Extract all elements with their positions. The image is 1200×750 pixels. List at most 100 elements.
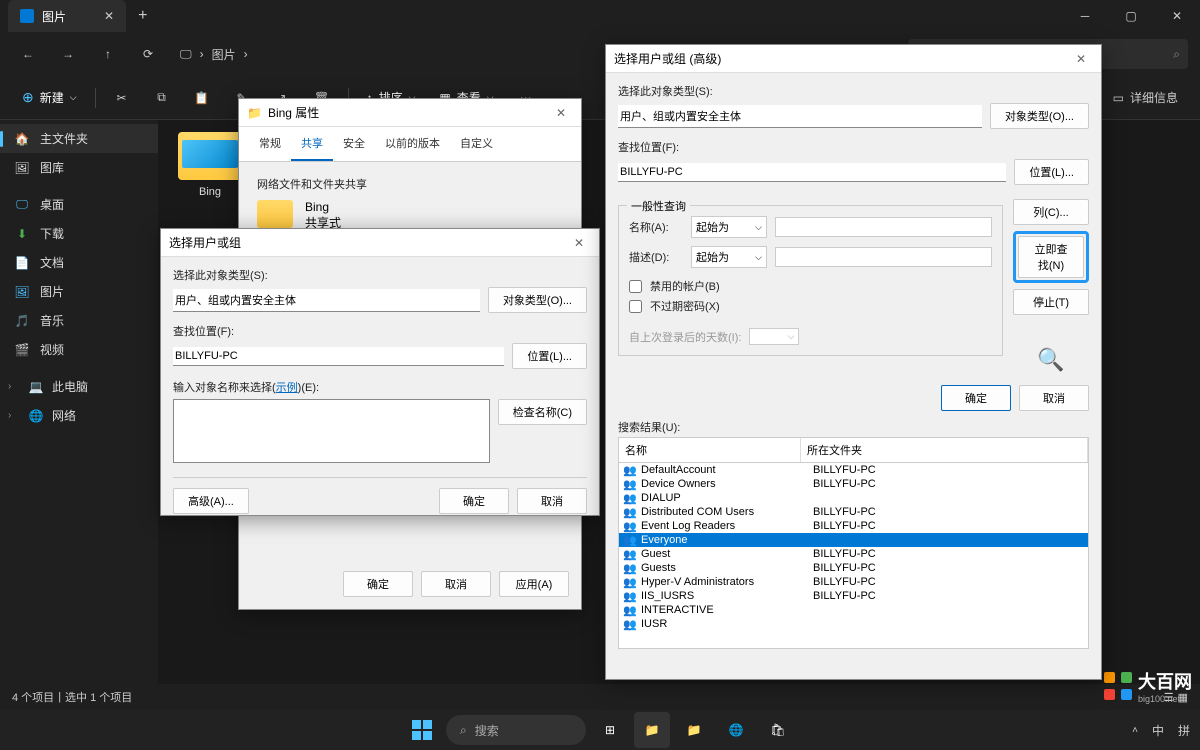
windows-icon [412, 720, 432, 740]
tab-security[interactable]: 安全 [333, 127, 375, 161]
maximize-button[interactable]: ▢ [1108, 0, 1154, 32]
tab-label: 图片 [42, 8, 66, 25]
refresh-button[interactable]: ⟳ [132, 38, 164, 70]
copy-button[interactable]: ⧉ [144, 82, 180, 114]
close-button[interactable]: ✕ [1069, 52, 1093, 66]
sidebar-item-documents[interactable]: 📄文档 [0, 248, 158, 277]
result-row[interactable]: 👥INTERACTIVE [619, 603, 1088, 617]
home-icon: 🏠 [14, 131, 30, 147]
dialog-titlebar[interactable]: 选择用户或组 (高级) ✕ [606, 45, 1101, 73]
principal-icon: 👥 [623, 478, 637, 490]
watermark-text: 大百网 [1138, 668, 1192, 694]
close-tab-icon[interactable]: ✕ [104, 9, 114, 23]
window-tab[interactable]: 图片 ✕ [8, 0, 126, 32]
ok-button[interactable]: 确定 [941, 385, 1011, 411]
titlebar: 图片 ✕ + ─ ▢ ✕ [0, 0, 1200, 32]
result-row[interactable]: 👥IIS_IUSRSBILLYFU-PC [619, 589, 1088, 603]
sidebar-item-music[interactable]: 🎵音乐 [0, 306, 158, 335]
find-now-button[interactable]: 立即查找(N) [1018, 236, 1084, 278]
close-button[interactable]: ✕ [549, 106, 573, 120]
desc-combo[interactable]: 起始为 [691, 246, 767, 268]
taskbar-search[interactable]: ⌕搜索 [446, 715, 586, 745]
result-row[interactable]: 👥GuestsBILLYFU-PC [619, 561, 1088, 575]
object-name-input[interactable] [173, 399, 490, 463]
desc-input[interactable] [775, 247, 992, 267]
principal-icon: 👥 [623, 492, 637, 504]
columns-button[interactable]: 列(C)... [1013, 199, 1089, 225]
back-button[interactable]: ← [12, 38, 44, 70]
dialog-titlebar[interactable]: 📁 Bing 属性 ✕ [239, 99, 581, 127]
ime-mode[interactable]: 拼 [1178, 722, 1190, 739]
new-tab-button[interactable]: + [138, 7, 147, 25]
tab-share[interactable]: 共享 [291, 127, 333, 161]
sidebar-item-home[interactable]: 🏠 主文件夹 [0, 124, 158, 153]
sidebar-item-downloads[interactable]: ⬇下载 [0, 219, 158, 248]
principal-icon: 👥 [623, 618, 637, 630]
tab-previous[interactable]: 以前的版本 [375, 127, 450, 161]
nonexpiring-checkbox[interactable] [629, 300, 642, 313]
tray-chevron-icon[interactable]: ˄ [1132, 725, 1138, 736]
result-row[interactable]: 👥Everyone [619, 533, 1088, 547]
paste-button[interactable]: 📋 [184, 82, 220, 114]
close-window-button[interactable]: ✕ [1154, 0, 1200, 32]
sidebar-item-pictures[interactable]: 🖼图片 [0, 277, 158, 306]
up-button[interactable]: ↑ [92, 38, 124, 70]
col-name[interactable]: 名称 [619, 438, 801, 462]
explorer-taskbar-icon[interactable]: 📁 [634, 712, 670, 748]
col-folder[interactable]: 所在文件夹 [801, 438, 1088, 462]
locations-button[interactable]: 位置(L)... [512, 343, 587, 369]
sidebar-item-gallery[interactable]: 🖼图库 [0, 153, 158, 182]
cut-button[interactable]: ✂ [104, 82, 140, 114]
properties-tabs: 常规 共享 安全 以前的版本 自定义 [239, 127, 581, 162]
sidebar-item-desktop[interactable]: 🖵桌面 [0, 190, 158, 219]
close-button[interactable]: ✕ [567, 236, 591, 250]
minimize-button[interactable]: ─ [1062, 0, 1108, 32]
stop-button[interactable]: 停止(T) [1013, 289, 1089, 315]
explorer-taskbar-icon-2[interactable]: 📁 [676, 712, 712, 748]
breadcrumb[interactable]: 🖵 › 图片 › [180, 46, 248, 63]
edge-taskbar-icon[interactable]: 🌐 [718, 712, 754, 748]
results-list[interactable]: 👥DefaultAccountBILLYFU-PC👥Device OwnersB… [619, 463, 1088, 631]
cancel-button[interactable]: 取消 [517, 488, 587, 514]
object-types-button[interactable]: 对象类型(O)... [990, 103, 1089, 129]
ok-button[interactable]: 确定 [343, 571, 413, 597]
cancel-button[interactable]: 取消 [1019, 385, 1089, 411]
location-value: BILLYFU-PC [173, 347, 504, 366]
locations-button[interactable]: 位置(L)... [1014, 159, 1089, 185]
chevron-right-icon: › [8, 410, 20, 421]
result-row[interactable]: 👥Distributed COM UsersBILLYFU-PC [619, 505, 1088, 519]
sidebar-item-videos[interactable]: 🎬视频 [0, 335, 158, 364]
video-icon: 🎬 [14, 342, 30, 358]
ime-indicator[interactable]: 中 [1152, 722, 1164, 739]
result-row[interactable]: 👥IUSR [619, 617, 1088, 631]
result-row[interactable]: 👥Event Log ReadersBILLYFU-PC [619, 519, 1088, 533]
check-names-button[interactable]: 检查名称(C) [498, 399, 587, 425]
sidebar-item-thispc[interactable]: ›💻此电脑 [0, 372, 158, 401]
result-row[interactable]: 👥DefaultAccountBILLYFU-PC [619, 463, 1088, 477]
forward-button[interactable]: → [52, 38, 84, 70]
tab-custom[interactable]: 自定义 [450, 127, 503, 161]
example-link[interactable]: 示例 [276, 382, 298, 394]
result-row[interactable]: 👥GuestBILLYFU-PC [619, 547, 1088, 561]
cancel-button[interactable]: 取消 [421, 571, 491, 597]
breadcrumb-item[interactable]: 图片 [212, 46, 236, 63]
sidebar-item-network[interactable]: ›🌐网络 [0, 401, 158, 430]
disabled-accounts-checkbox[interactable] [629, 280, 642, 293]
result-row[interactable]: 👥DIALUP [619, 491, 1088, 505]
taskview-button[interactable]: ⊞ [592, 712, 628, 748]
tab-general[interactable]: 常规 [249, 127, 291, 161]
name-combo[interactable]: 起始为 [691, 216, 767, 238]
dialog-titlebar[interactable]: 选择用户或组 ✕ [161, 229, 599, 257]
store-taskbar-icon[interactable]: 🛍 [760, 712, 796, 748]
advanced-button[interactable]: 高级(A)... [173, 488, 249, 514]
ok-button[interactable]: 确定 [439, 488, 509, 514]
new-button[interactable]: ⊕ 新建 ⌵ [12, 85, 87, 110]
sidebar-item-label: 主文件夹 [40, 130, 88, 147]
start-button[interactable] [404, 712, 440, 748]
name-input[interactable] [775, 217, 992, 237]
apply-button[interactable]: 应用(A) [499, 571, 569, 597]
result-row[interactable]: 👥Hyper-V AdministratorsBILLYFU-PC [619, 575, 1088, 589]
result-row[interactable]: 👥Device OwnersBILLYFU-PC [619, 477, 1088, 491]
object-types-button[interactable]: 对象类型(O)... [488, 287, 587, 313]
details-pane-button[interactable]: ▭ 详细信息 [1103, 85, 1188, 110]
